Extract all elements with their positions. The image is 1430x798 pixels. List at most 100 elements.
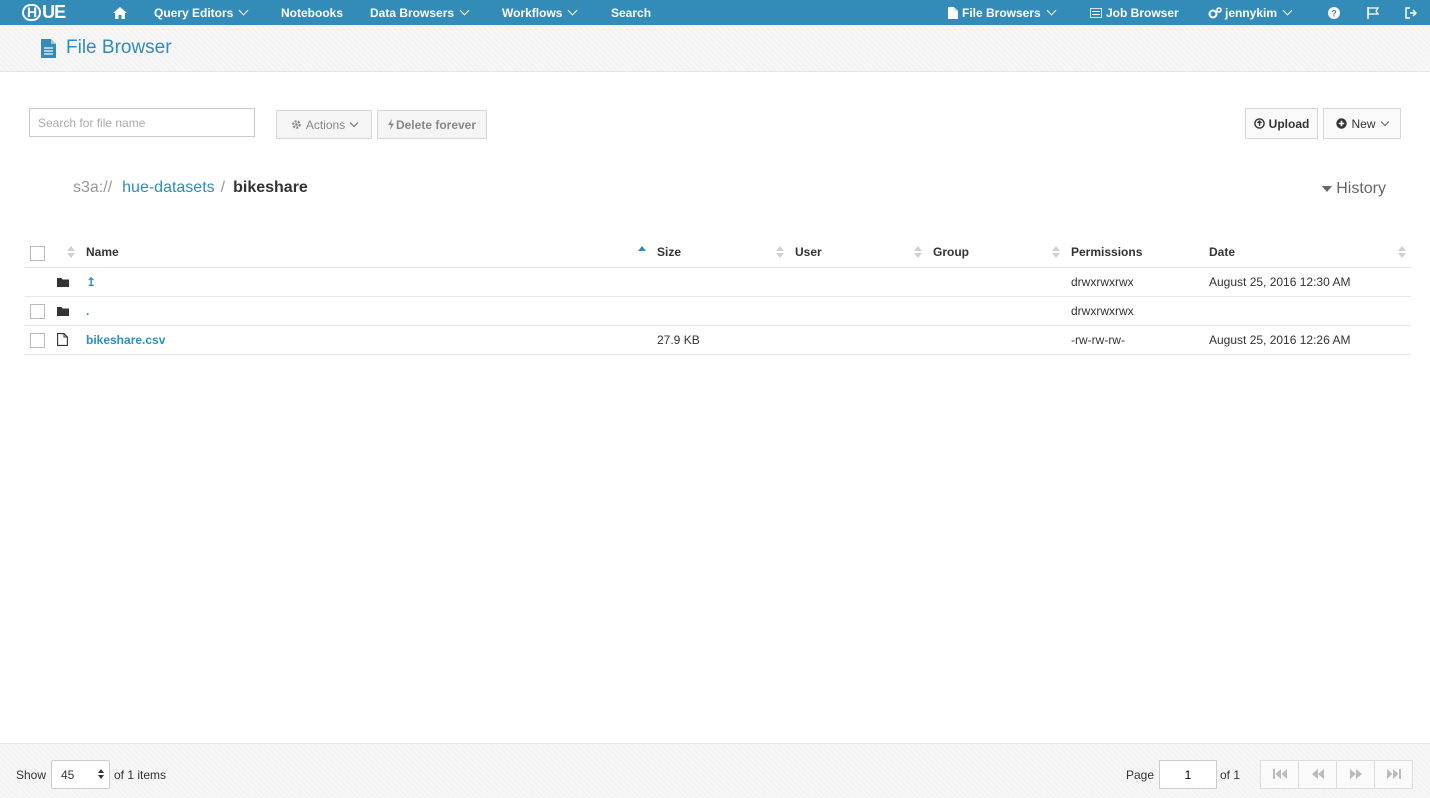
sort-icon[interactable] — [776, 246, 784, 260]
nav-file-browsers-label: File Browsers — [962, 5, 1041, 20]
file-icon — [41, 39, 56, 61]
file-permissions: -rw-rw-rw- — [1071, 333, 1125, 347]
nav-workflows-label: Workflows — [502, 5, 563, 20]
sort-icon[interactable] — [1398, 246, 1406, 260]
file-icon — [948, 6, 958, 19]
page-label: Page — [1126, 768, 1155, 782]
of-pages-label: of 1 — [1220, 768, 1241, 782]
forward-icon — [1349, 767, 1362, 782]
history-toggle[interactable]: History — [1322, 180, 1386, 198]
top-navbar: H UE Query Editors Notebooks Data Browser… — [0, 0, 1430, 25]
column-header-date[interactable]: Date — [1209, 245, 1235, 259]
folder-icon — [57, 304, 69, 319]
page-size-select[interactable]: 45 — [51, 760, 110, 789]
pagination-footer: Show 45 of 1 items Page of 1 — [0, 743, 1430, 798]
flag-icon[interactable] — [1367, 0, 1379, 25]
table-row[interactable]: bikeshare.csv 27.9 KB -rw-rw-rw- August … — [25, 326, 1411, 355]
select-all-checkbox[interactable] — [30, 246, 45, 261]
hue-logo[interactable]: H UE — [22, 2, 66, 22]
table-header: Name Size User Group Permissions Date — [25, 238, 1411, 268]
nav-data-browsers[interactable]: Data Browsers — [370, 0, 470, 25]
select-arrows-icon — [98, 769, 104, 779]
nav-user-menu[interactable]: jennykim — [1208, 0, 1293, 25]
column-header-size[interactable]: Size — [657, 245, 681, 259]
page-title: File Browser — [66, 37, 172, 58]
breadcrumb-scheme[interactable]: s3a:// — [73, 179, 112, 197]
page-size-value: 45 — [61, 767, 75, 782]
delete-forever-label: Delete forever — [395, 117, 477, 132]
nav-job-browser[interactable]: Job Browser — [1090, 0, 1179, 25]
nav-query-editors[interactable]: Query Editors — [154, 0, 249, 25]
logo-text: UE — [42, 2, 66, 22]
home-icon[interactable] — [112, 0, 128, 25]
breadcrumb-separator: / — [220, 179, 226, 196]
next-page-button[interactable] — [1337, 761, 1375, 788]
breadcrumb-bucket[interactable]: hue-datasets — [122, 179, 215, 197]
chevron-down-icon — [568, 5, 578, 16]
nav-notebooks-label: Notebooks — [281, 5, 344, 20]
nav-data-browsers-label: Data Browsers — [370, 5, 455, 20]
svg-text:?: ? — [1331, 8, 1337, 18]
file-icon — [57, 333, 68, 349]
nav-query-editors-label: Query Editors — [154, 5, 234, 20]
caret-down-icon — [1322, 186, 1333, 192]
logout-icon[interactable] — [1405, 0, 1417, 25]
history-label: History — [1336, 180, 1386, 197]
sort-asc-icon[interactable] — [638, 246, 646, 260]
nav-file-browsers[interactable]: File Browsers — [948, 0, 1057, 25]
chevron-down-icon — [349, 118, 359, 127]
upload-button[interactable]: Upload — [1245, 108, 1318, 139]
actions-button-label: Actions — [305, 117, 346, 132]
page-number-input[interactable] — [1159, 760, 1217, 789]
search-input[interactable] — [29, 108, 255, 137]
delete-forever-button[interactable]: Delete forever — [377, 110, 487, 139]
pager-controls — [1260, 760, 1413, 789]
sort-icon[interactable] — [67, 246, 75, 260]
file-permissions: drwxrwxrwx — [1071, 304, 1134, 318]
folder-icon — [57, 275, 69, 290]
table-row[interactable]: . drwxrwxrwx — [25, 297, 1411, 326]
nav-search[interactable]: Search — [611, 0, 651, 25]
items-count-label: of 1 items — [114, 768, 167, 782]
upload-icon — [1253, 118, 1265, 129]
sort-icon[interactable] — [1052, 246, 1060, 260]
file-name-link[interactable]: ↥ — [86, 275, 96, 289]
upload-button-label: Upload — [1268, 116, 1310, 131]
last-page-button[interactable] — [1375, 761, 1412, 788]
nav-workflows[interactable]: Workflows — [502, 0, 578, 25]
table-row[interactable]: ↥ drwxrwxrwx August 25, 2016 12:30 AM — [25, 268, 1411, 297]
column-header-group[interactable]: Group — [933, 245, 969, 259]
row-checkbox[interactable] — [30, 304, 45, 319]
plus-circle-icon — [1336, 118, 1348, 129]
file-table: Name Size User Group Permissions Date ↥ … — [25, 238, 1411, 355]
breadcrumb: s3a:// hue-datasets / bikeshare — [73, 179, 308, 197]
file-name-link[interactable]: bikeshare.csv — [86, 333, 165, 347]
nav-search-label: Search — [611, 5, 652, 20]
breadcrumb-current: bikeshare — [233, 179, 308, 196]
column-header-permissions[interactable]: Permissions — [1071, 245, 1142, 259]
nav-job-browser-label: Job Browser — [1106, 5, 1179, 20]
first-page-button[interactable] — [1261, 761, 1299, 788]
file-size: 27.9 KB — [657, 333, 700, 347]
chevron-down-icon — [459, 5, 470, 16]
prev-page-button[interactable] — [1299, 761, 1337, 788]
column-header-name[interactable]: Name — [86, 245, 119, 259]
help-icon[interactable]: ? — [1328, 0, 1340, 25]
file-date: August 25, 2016 12:30 AM — [1209, 275, 1351, 289]
actions-button[interactable]: Actions — [276, 110, 372, 139]
chevron-down-icon — [1046, 5, 1057, 16]
list-icon — [1090, 7, 1102, 18]
column-header-user[interactable]: User — [795, 245, 822, 259]
file-date: August 25, 2016 12:26 AM — [1209, 333, 1351, 347]
nav-notebooks[interactable]: Notebooks — [281, 0, 343, 25]
new-button[interactable]: New — [1323, 108, 1401, 139]
file-name-link[interactable]: . — [86, 304, 89, 318]
chevron-down-icon — [1282, 5, 1293, 16]
row-checkbox[interactable] — [30, 333, 45, 348]
gear-icon — [291, 119, 302, 130]
sort-icon[interactable] — [914, 246, 922, 260]
cogs-icon — [1208, 6, 1222, 19]
chevron-down-icon — [1380, 117, 1389, 126]
file-permissions: drwxrwxrwx — [1071, 275, 1134, 289]
new-button-label: New — [1351, 116, 1376, 131]
